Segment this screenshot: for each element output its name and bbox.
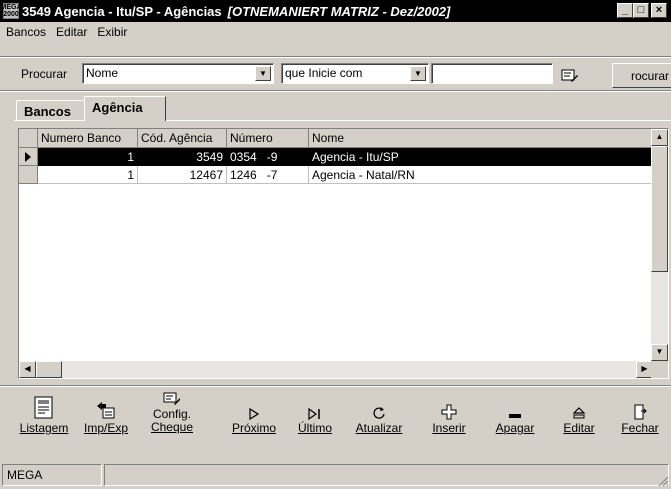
insert-icon <box>441 404 457 420</box>
menu-divider <box>0 56 671 58</box>
proximo-button[interactable]: Próximo <box>226 392 282 456</box>
editar-button[interactable]: Editar <box>554 392 604 456</box>
menu-bar: Bancos Editar Exibir <box>0 22 671 41</box>
table-row[interactable]: 1 12467 1246 -7 Agencia - Natal/RN <box>19 166 653 184</box>
window-title-context: [OTNEMANIERT MATRIZ - Dez/2002] <box>227 3 451 19</box>
scroll-down-icon[interactable]: ▼ <box>651 344 668 361</box>
scroll-corner <box>651 361 668 378</box>
last-icon <box>308 408 320 420</box>
cell-numero[interactable]: 1246 -7 <box>227 166 309 184</box>
config-cheque-icon <box>163 392 180 405</box>
search-lookup-button[interactable] <box>555 64 585 88</box>
proximo-label: Próximo <box>231 421 276 435</box>
search-bar: Procurar Nome ▼ que Inicie com ▼ rocurar <box>0 60 671 88</box>
tab-bancos[interactable]: Bancos <box>16 100 86 120</box>
row-indicator <box>19 166 38 184</box>
vertical-scroll-thumb[interactable] <box>651 146 668 272</box>
close-door-icon <box>634 404 647 420</box>
ultimo-button[interactable]: Último <box>290 392 340 456</box>
atualizar-button[interactable]: Atualizar <box>350 392 408 456</box>
window-title: 3549 Agencia - Itu/SP - Agências <box>22 3 222 19</box>
next-icon <box>249 408 259 420</box>
search-mode-select[interactable]: que Inicie com ▼ <box>281 63 429 84</box>
cell-numero-banco[interactable]: 1 <box>38 148 138 166</box>
chevron-down-icon[interactable]: ▼ <box>255 66 271 81</box>
cell-nome[interactable]: Agencia - Itu/SP <box>309 148 653 166</box>
delete-icon <box>509 414 521 418</box>
menu-exibir[interactable]: Exibir <box>92 25 132 39</box>
agencias-grid[interactable]: Numero Banco Cód. Agência Número Nome 1 … <box>18 128 669 379</box>
app-logo-text-bottom: 2000 <box>3 11 19 18</box>
list-report-icon <box>34 396 53 419</box>
column-header-cod-agencia[interactable]: Cód. Agência <box>138 129 227 148</box>
search-divider <box>0 90 671 92</box>
ultimo-label: Último <box>297 421 332 435</box>
row-pointer-icon <box>19 148 38 166</box>
fechar-button[interactable]: Fechar <box>614 392 666 456</box>
atualizar-label: Atualizar <box>355 421 403 435</box>
apagar-button[interactable]: Apagar <box>486 392 544 456</box>
column-header-nome[interactable]: Nome <box>309 129 653 148</box>
config-cheque-button[interactable]: Config. Cheque <box>142 392 202 456</box>
cell-numero[interactable]: 0354 -9 <box>227 148 309 166</box>
import-export-icon <box>97 402 115 419</box>
search-edit-icon <box>561 69 578 82</box>
toolbar-divider <box>0 385 671 387</box>
menu-bancos[interactable]: Bancos <box>0 25 51 39</box>
refresh-icon <box>373 407 385 419</box>
horizontal-scrollbar[interactable]: ◀ ▶ <box>19 361 653 378</box>
maximize-button[interactable]: □ <box>633 3 649 18</box>
minimize-button[interactable]: _ <box>617 3 633 18</box>
search-text-input[interactable] <box>431 63 553 84</box>
cell-cod-agencia[interactable]: 12467 <box>138 166 227 184</box>
scroll-up-icon[interactable]: ▲ <box>651 129 668 146</box>
cell-nome[interactable]: Agencia - Natal/RN <box>309 166 653 184</box>
app-logo-icon[interactable]: MEGA 2000 <box>0 3 22 19</box>
status-panel-empty <box>104 464 669 486</box>
resize-grip-icon[interactable] <box>657 475 669 487</box>
config-cheque-label-2: Cheque <box>150 420 194 434</box>
listagem-button[interactable]: Listagem <box>14 392 74 456</box>
column-header-numero-banco[interactable]: Numero Banco <box>38 129 138 148</box>
action-toolbar: Listagem Imp/Exp Config. Cheque Próximo … <box>14 392 671 458</box>
vertical-scroll-track[interactable] <box>651 272 668 344</box>
imp-exp-button[interactable]: Imp/Exp <box>76 392 136 456</box>
menu-editar[interactable]: Editar <box>51 25 92 39</box>
editar-label: Editar <box>563 421 595 435</box>
scroll-left-icon[interactable]: ◀ <box>19 361 36 378</box>
close-button[interactable]: × <box>651 3 667 18</box>
grid-header: Numero Banco Cód. Agência Número Nome <box>19 129 653 148</box>
chevron-down-icon[interactable]: ▼ <box>410 66 426 81</box>
inserir-button[interactable]: Inserir <box>424 392 474 456</box>
fechar-label: Fechar <box>621 421 659 435</box>
search-field-select[interactable]: Nome ▼ <box>82 63 274 84</box>
horizontal-scroll-thumb[interactable] <box>36 361 62 378</box>
imp-exp-label: Imp/Exp <box>83 421 128 435</box>
vertical-scrollbar[interactable]: ▲ ▼ <box>651 129 668 361</box>
column-header-numero[interactable]: Número <box>227 129 309 148</box>
cell-numero-banco[interactable]: 1 <box>38 166 138 184</box>
tab-agencia[interactable]: Agência <box>84 96 166 121</box>
cell-cod-agencia[interactable]: 3549 <box>138 148 227 166</box>
status-bar: MEGA <box>0 461 671 489</box>
apagar-label: Apagar <box>495 421 535 435</box>
edit-icon <box>572 407 586 419</box>
table-row[interactable]: 1 3549 0354 -9 Agencia - Itu/SP <box>19 148 653 166</box>
search-field-value: Nome <box>86 66 119 80</box>
title-bar[interactable]: MEGA 2000 3549 Agencia - Itu/SP - Agênci… <box>0 0 671 22</box>
search-mode-value: que Inicie com <box>285 66 363 80</box>
search-label: Procurar <box>21 67 68 81</box>
status-panel-company: MEGA <box>2 464 102 486</box>
app-logo-text-top: MEGA <box>0 4 22 11</box>
inserir-label: Inserir <box>432 421 466 435</box>
procurar-button[interactable]: rocurar <box>612 63 671 88</box>
listagem-label: Listagem <box>19 421 69 435</box>
header-indicator <box>19 129 38 148</box>
